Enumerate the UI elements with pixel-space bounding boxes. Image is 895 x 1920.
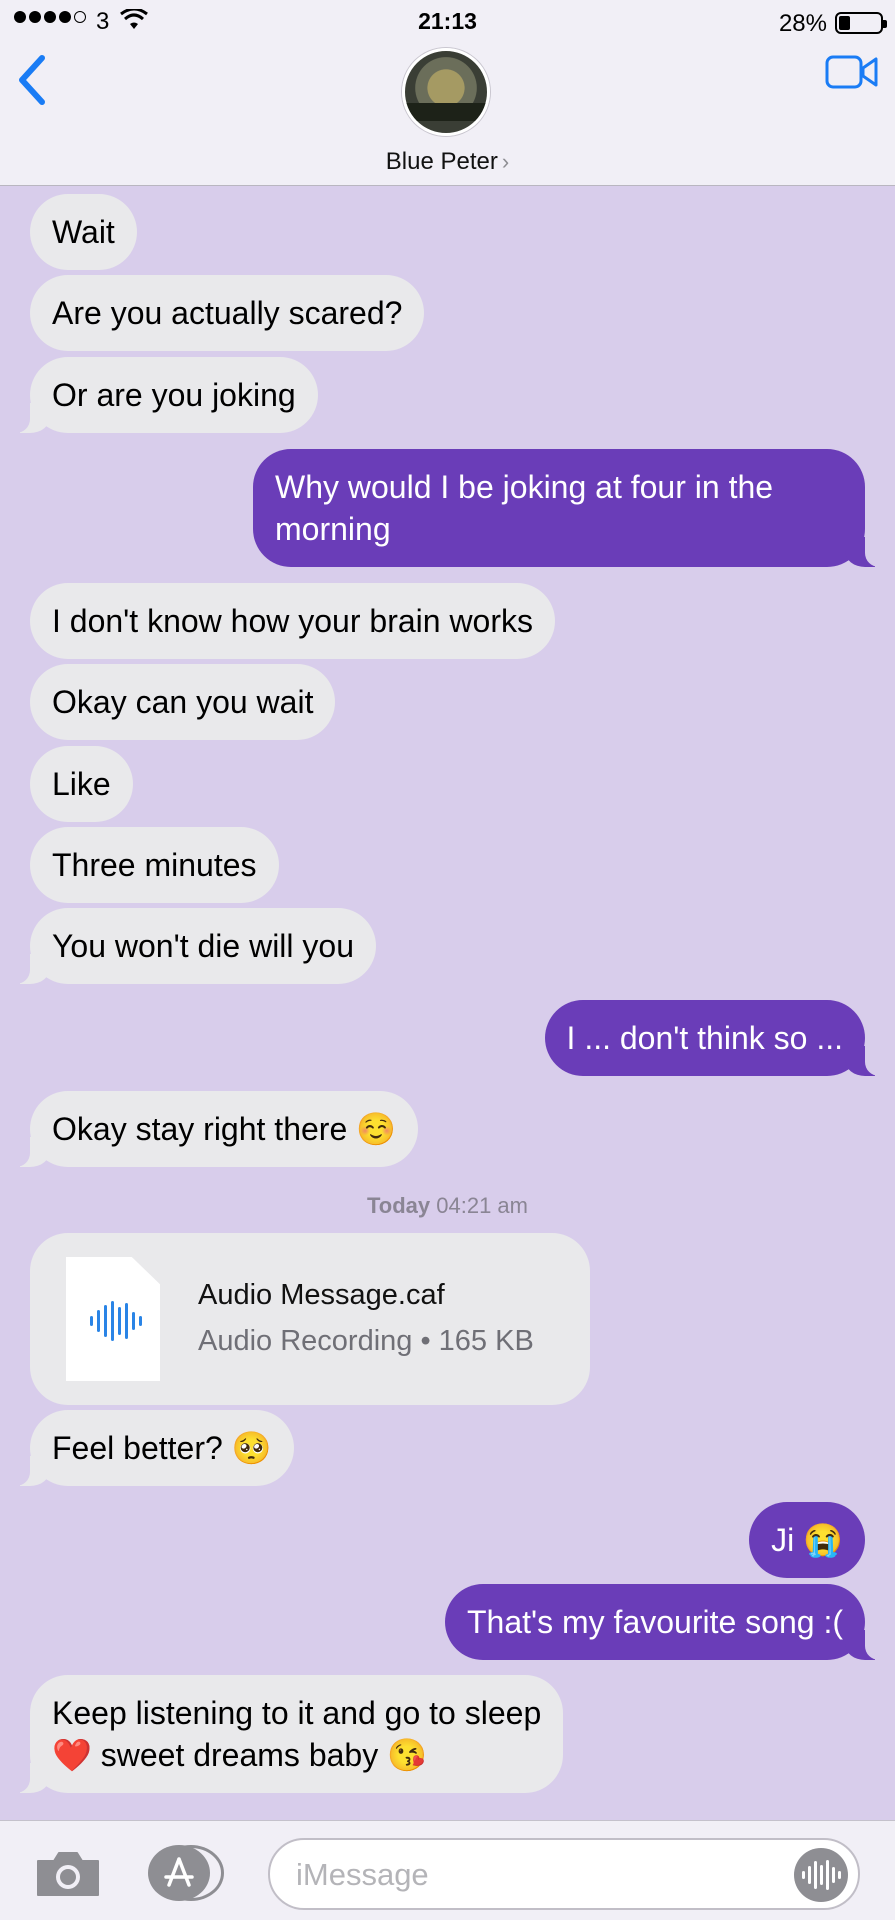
battery-icon — [835, 12, 887, 34]
camera-icon[interactable] — [34, 1849, 102, 1899]
message-input[interactable] — [296, 1854, 766, 1896]
message-bubble-incoming[interactable]: I don't know how your brain works — [30, 583, 555, 659]
clock: 21:13 — [418, 8, 477, 34]
message-text: Okay stay right there ☺️ — [52, 1111, 396, 1147]
message-bubble-incoming[interactable]: Okay can you wait — [30, 664, 336, 740]
chevron-right-icon: › — [501, 149, 510, 174]
status-bar: 3 21:13 28% — [0, 0, 895, 44]
audio-record-icon[interactable] — [794, 1848, 848, 1902]
attachment-details: Audio Recording • 165 KB — [198, 1325, 534, 1357]
message-text: That's my favourite song :( — [466, 1604, 843, 1640]
message-text-line: ❤️ sweet dreams baby 😘 — [52, 1737, 427, 1773]
battery-percentage: 28% — [778, 10, 827, 37]
app-store-icon[interactable] — [148, 1845, 210, 1901]
message-bubble-incoming[interactable]: Okay stay right there ☺️ — [8, 1091, 418, 1167]
message-text: Are you actually scared? — [52, 295, 403, 331]
message-timestamp: Today 04:21 am — [0, 1193, 895, 1219]
message-bubble-outgoing[interactable]: That's my favourite song :( — [444, 1584, 888, 1660]
message-text: Like — [52, 766, 111, 802]
message-text: Okay can you wait — [52, 684, 314, 720]
video-camera-icon[interactable] — [825, 54, 879, 90]
message-bubble-incoming[interactable]: Keep listening to it and go to sleep ❤️ … — [7, 1675, 564, 1793]
attachment-filename: Audio Message.caf — [198, 1279, 445, 1311]
message-text: I ... don't think so ... — [566, 1020, 843, 1056]
message-text: You won't die will you — [52, 928, 354, 964]
message-text: Wait — [52, 214, 115, 250]
timestamp-day: Today — [366, 1193, 431, 1218]
message-bubble-outgoing[interactable]: I ... don't think so ... — [544, 1000, 888, 1076]
audio-attachment[interactable]: Audio Message.caf Audio Recording • 165 … — [30, 1233, 590, 1405]
message-text: I don't know how your brain works — [52, 603, 533, 639]
timestamp-time: 04:21 am — [436, 1193, 528, 1218]
contact-name[interactable]: Blue Peter › — [0, 148, 895, 176]
message-bubble-incoming[interactable]: Like — [30, 746, 133, 822]
message-text-line: Keep listening to it and go to sleep — [52, 1695, 542, 1731]
message-text: Why would I be joking at four in the mor… — [275, 469, 774, 547]
message-bubble-incoming[interactable]: Are you actually scared? — [30, 275, 425, 351]
message-bubble-incoming[interactable]: Wait — [30, 194, 137, 270]
message-text: Or are you joking — [52, 377, 296, 413]
message-bubble-incoming[interactable]: Or are you joking — [8, 357, 318, 433]
message-input-bar — [0, 1820, 895, 1920]
conversation-header: 3 21:13 28% Blue Peter › — [0, 0, 895, 186]
message-bubble-incoming[interactable]: Three minutes — [30, 827, 279, 903]
message-bubble-outgoing[interactable]: Why would I be joking at four in the mor… — [253, 449, 887, 567]
message-bubble-incoming[interactable]: Feel better? 🥺 — [8, 1410, 294, 1486]
avatar[interactable] — [402, 48, 490, 136]
message-bubble-incoming[interactable]: You won't die will you — [8, 908, 376, 984]
message-text: Ji 😭 — [771, 1522, 843, 1558]
contact-name-label: Blue Peter — [385, 148, 498, 175]
message-text: Three minutes — [52, 847, 257, 883]
audio-waveform-icon — [66, 1257, 160, 1381]
message-field[interactable] — [268, 1838, 860, 1910]
message-text: Feel better? 🥺 — [52, 1430, 272, 1466]
chevron-left-icon[interactable] — [14, 54, 50, 106]
message-bubble-outgoing[interactable]: Ji 😭 — [749, 1502, 865, 1578]
